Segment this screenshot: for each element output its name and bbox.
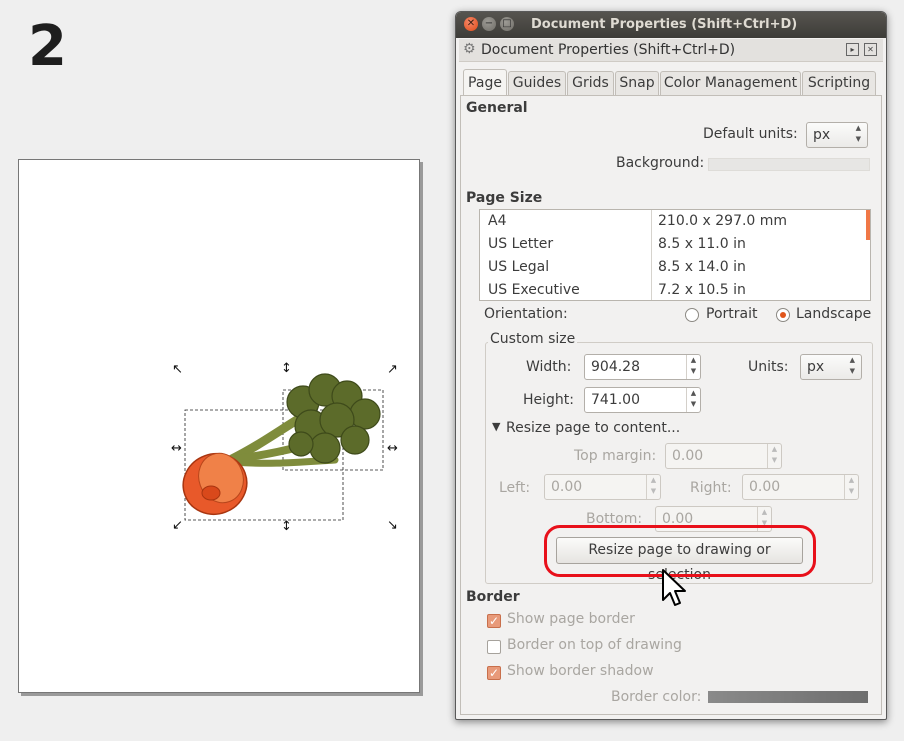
scale-handle-left[interactable]: ↔: [171, 442, 182, 455]
right-margin-input[interactable]: 0.00 ▲ ▼: [742, 474, 859, 500]
scale-handle-top-left[interactable]: ↖: [172, 363, 183, 376]
spin-arrows-icon[interactable]: ▲ ▼: [686, 355, 700, 379]
list-item[interactable]: US Letter 8.5 x 11.0 in: [480, 233, 864, 256]
scale-handle-bottom[interactable]: ↕: [281, 520, 292, 533]
spin-arrows-icon: ▲ ▼: [855, 124, 861, 143]
custom-size-heading: Custom size: [488, 331, 578, 347]
width-label: Width:: [526, 359, 572, 375]
scale-handle-bottom-left[interactable]: ↙: [172, 519, 183, 532]
dock-header: ⚙ Document Properties (Shift+Ctrl+D) ▸ ✕: [459, 39, 883, 62]
window-titlebar[interactable]: ✕ − □ Document Properties (Shift+Ctrl+D): [456, 12, 886, 38]
resize-expander-label[interactable]: Resize page to content...: [506, 420, 680, 436]
spin-arrows-icon[interactable]: ▲ ▼: [686, 388, 700, 412]
list-item[interactable]: US Executive 7.2 x 10.5 in: [480, 279, 864, 300]
top-margin-label: Top margin:: [574, 448, 657, 464]
show-page-border-label: Show page border: [507, 611, 635, 627]
scale-handle-bottom-right[interactable]: ↘: [387, 519, 398, 532]
step-number: 2: [28, 14, 67, 79]
spin-arrows-icon[interactable]: ▲ ▼: [646, 475, 660, 499]
show-border-shadow-checkbox[interactable]: ✓: [487, 666, 501, 680]
gear-icon: ⚙: [463, 41, 476, 57]
general-heading: General: [466, 100, 528, 116]
spin-arrows-icon[interactable]: ▲ ▼: [844, 475, 858, 499]
tab-snap[interactable]: Snap: [615, 71, 659, 95]
expander-triangle-icon[interactable]: ▼: [492, 420, 500, 433]
tab-guides[interactable]: Guides: [508, 71, 566, 95]
document-properties-window: ✕ − □ Document Properties (Shift+Ctrl+D)…: [455, 11, 887, 720]
window-title: Document Properties (Shift+Ctrl+D): [531, 17, 798, 32]
right-margin-label: Right:: [690, 480, 732, 496]
units-label: Units:: [748, 359, 789, 375]
show-page-border-checkbox[interactable]: ✓: [487, 614, 501, 628]
spin-arrows-icon[interactable]: ▲ ▼: [767, 444, 781, 468]
page-size-list[interactable]: A4 210.0 x 297.0 mm US Letter 8.5 x 11.0…: [479, 209, 871, 301]
default-units-select[interactable]: px ▲ ▼: [806, 122, 868, 148]
mouse-cursor-icon: [662, 569, 686, 606]
page-size-heading: Page Size: [466, 190, 543, 206]
top-margin-input[interactable]: 0.00 ▲ ▼: [665, 443, 782, 469]
tab-scripting[interactable]: Scripting: [802, 71, 876, 95]
list-scrollbar[interactable]: [866, 210, 870, 240]
height-label: Height:: [523, 392, 574, 408]
spin-arrows-icon: ▲ ▼: [849, 356, 855, 375]
border-heading: Border: [466, 589, 520, 605]
border-on-top-checkbox[interactable]: [487, 640, 501, 654]
landscape-radio[interactable]: [776, 308, 790, 322]
default-units-label: Default units:: [703, 126, 798, 142]
scale-handle-top[interactable]: ↕: [281, 362, 292, 375]
portrait-label: Portrait: [706, 306, 758, 322]
show-border-shadow-label: Show border shadow: [507, 663, 654, 679]
carrot-broccoli-drawing[interactable]: [175, 360, 405, 540]
dock-float-icon[interactable]: ▸: [846, 43, 859, 56]
left-margin-input[interactable]: 0.00 ▲ ▼: [544, 474, 661, 500]
left-margin-label: Left:: [499, 480, 531, 496]
units-select[interactable]: px ▲ ▼: [800, 354, 862, 380]
height-input[interactable]: 741.00 ▲ ▼: [584, 387, 701, 413]
landscape-label: Landscape: [796, 306, 872, 322]
portrait-radio[interactable]: [685, 308, 699, 322]
scale-handle-right[interactable]: ↔: [387, 442, 398, 455]
dock-close-icon[interactable]: ✕: [864, 43, 877, 56]
background-color-swatch[interactable]: [708, 158, 870, 171]
dock-title: Document Properties (Shift+Ctrl+D): [481, 42, 736, 58]
tab-color-management[interactable]: Color Management: [660, 71, 801, 95]
scale-handle-top-right[interactable]: ↗: [387, 363, 398, 376]
tab-page[interactable]: Page: [463, 69, 507, 96]
background-label: Background:: [616, 155, 705, 171]
width-input[interactable]: 904.28 ▲ ▼: [584, 354, 701, 380]
border-color-swatch[interactable]: [708, 691, 868, 703]
orientation-label: Orientation:: [484, 306, 568, 322]
tab-grids[interactable]: Grids: [567, 71, 614, 95]
border-color-label: Border color:: [611, 689, 702, 705]
list-item[interactable]: US Legal 8.5 x 14.0 in: [480, 256, 864, 279]
list-item[interactable]: A4 210.0 x 297.0 mm: [480, 210, 864, 233]
close-icon[interactable]: ✕: [464, 17, 478, 31]
maximize-icon[interactable]: □: [500, 17, 514, 31]
minimize-icon[interactable]: −: [482, 17, 496, 31]
border-on-top-label: Border on top of drawing: [507, 637, 682, 653]
